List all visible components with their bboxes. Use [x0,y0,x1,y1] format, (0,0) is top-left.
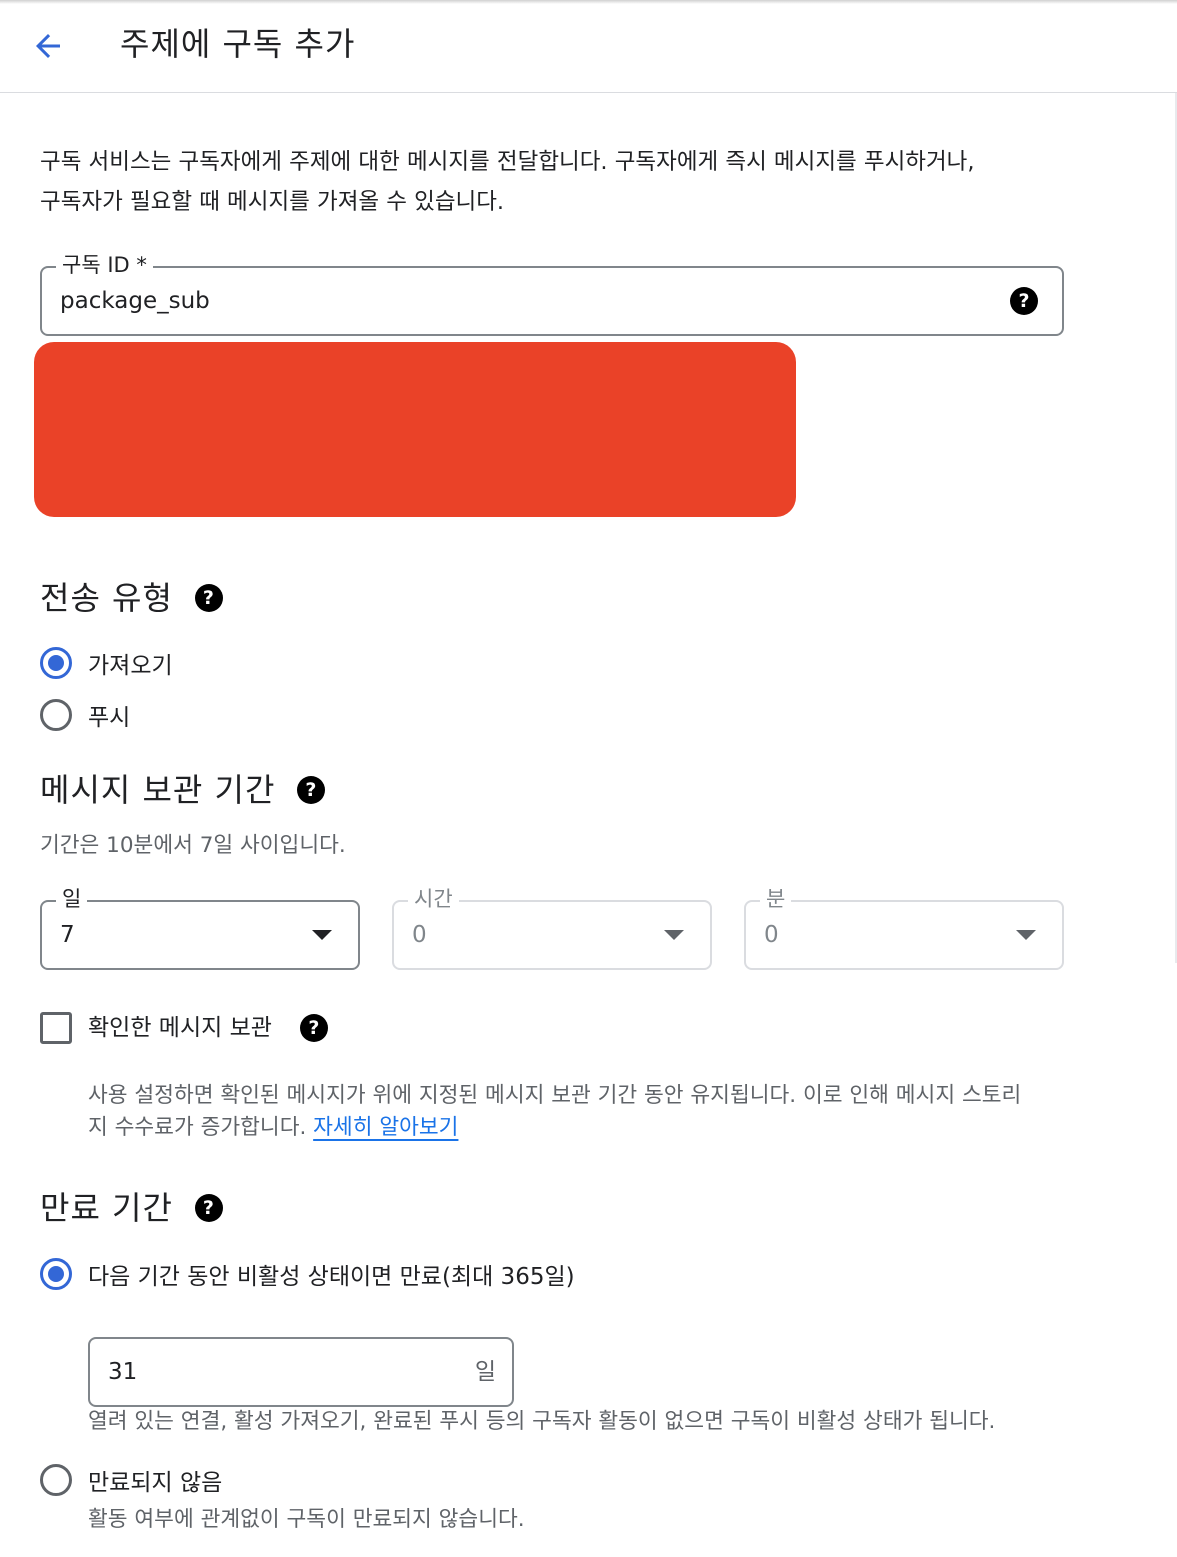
expire-inactive-hint: 열려 있는 연결, 활성 가져오기, 완료된 푸시 등의 구독자 활동이 없으면… [88,1409,996,1434]
retention-title-text: 메시지 보관 기간 [40,771,276,809]
radio-never-expire[interactable] [40,1464,72,1496]
retain-acked-checkbox[interactable] [40,1012,72,1044]
never-expire-option[interactable]: 만료되지 않음 [40,1463,222,1497]
back-button[interactable] [26,24,70,68]
radio-pull[interactable] [40,647,72,679]
redacted-region [34,342,796,517]
delivery-pull-option[interactable]: 가져오기 [40,646,173,680]
help-icon[interactable]: ? [1010,287,1038,315]
retain-acked-desc-line1: 사용 설정하면 확인된 메시지가 위에 지정된 메시지 보관 기간 동안 유지됩… [88,1083,1022,1108]
retention-hint: 기간은 10분에서 7일 사이입니다. [40,833,346,858]
minutes-value: 0 [764,922,779,948]
radio-pull-label: 가져오기 [88,653,173,679]
dropdown-caret-icon [664,930,684,940]
retain-acked-label-row: 확인한 메시지 보관 ? [88,1010,328,1046]
hours-value: 0 [412,922,427,948]
retain-acked-desc-line2-row: 지 수수료가 증가합니다. 자세히 알아보기 [88,1112,1088,1144]
dropdown-caret-icon [312,930,332,940]
arrow-back-icon [36,34,60,58]
expiration-title: 만료 기간 ? [40,1186,223,1230]
delivery-type-title-text: 전송 유형 [40,579,173,617]
radio-never-expire-label: 만료되지 않음 [88,1470,223,1496]
expiration-days-unit: 일 [474,1359,496,1385]
help-icon[interactable]: ? [297,776,326,804]
retention-title: 메시지 보관 기간 ? [40,768,326,812]
delivery-type-title: 전송 유형 ? [40,576,223,620]
never-expire-hint: 활동 여부에 관계없이 구독이 만료되지 않습니다. [88,1507,525,1532]
radio-expire-inactive-label: 다음 기간 동안 비활성 상태이면 만료(최대 365일) [88,1264,575,1290]
retain-acked-description: 사용 설정하면 확인된 메시지가 위에 지정된 메시지 보관 기간 동안 유지됩… [88,1080,1088,1144]
minutes-select[interactable]: 분 0 [744,885,1064,970]
expiration-days-input[interactable]: 31 일 [88,1337,514,1407]
retain-acked-desc-line2: 지 수수료가 증가합니다. [88,1115,314,1140]
radio-push[interactable] [40,699,72,731]
intro-line-2: 구독자가 필요할 때 메시지를 가져올 수 있습니다. [40,189,505,215]
page-title: 주제에 구독 추가 [120,25,356,63]
subscription-id-field[interactable]: 구독 ID * package_sub ? [40,251,1064,336]
radio-expire-inactive[interactable] [40,1258,72,1290]
help-icon[interactable]: ? [299,1014,328,1042]
expire-inactive-option[interactable]: 다음 기간 동안 비활성 상태이면 만료(최대 365일) [40,1257,575,1291]
learn-more-link[interactable]: 자세히 알아보기 [313,1115,458,1140]
subscription-id-value: package_sub [60,288,210,314]
hours-select[interactable]: 시간 0 [392,885,712,970]
radio-push-label: 푸시 [88,705,131,731]
days-value: 7 [60,922,75,948]
days-select[interactable]: 일 7 [40,885,360,970]
help-icon[interactable]: ? [194,1194,223,1222]
intro-description: 구독 서비스는 구독자에게 주제에 대한 메시지를 전달합니다. 구독자에게 즉… [40,142,1100,222]
retain-acked-label: 확인한 메시지 보관 [88,1015,272,1041]
expiration-title-text: 만료 기간 [40,1189,173,1227]
expiration-days-value: 31 [108,1359,138,1385]
page-header: 주제에 구독 추가 [0,0,1177,93]
delivery-push-option[interactable]: 푸시 [40,698,130,732]
help-icon[interactable]: ? [194,584,223,612]
intro-line-1: 구독 서비스는 구독자에게 주제에 대한 메시지를 전달합니다. 구독자에게 즉… [40,149,975,175]
dropdown-caret-icon [1016,930,1036,940]
